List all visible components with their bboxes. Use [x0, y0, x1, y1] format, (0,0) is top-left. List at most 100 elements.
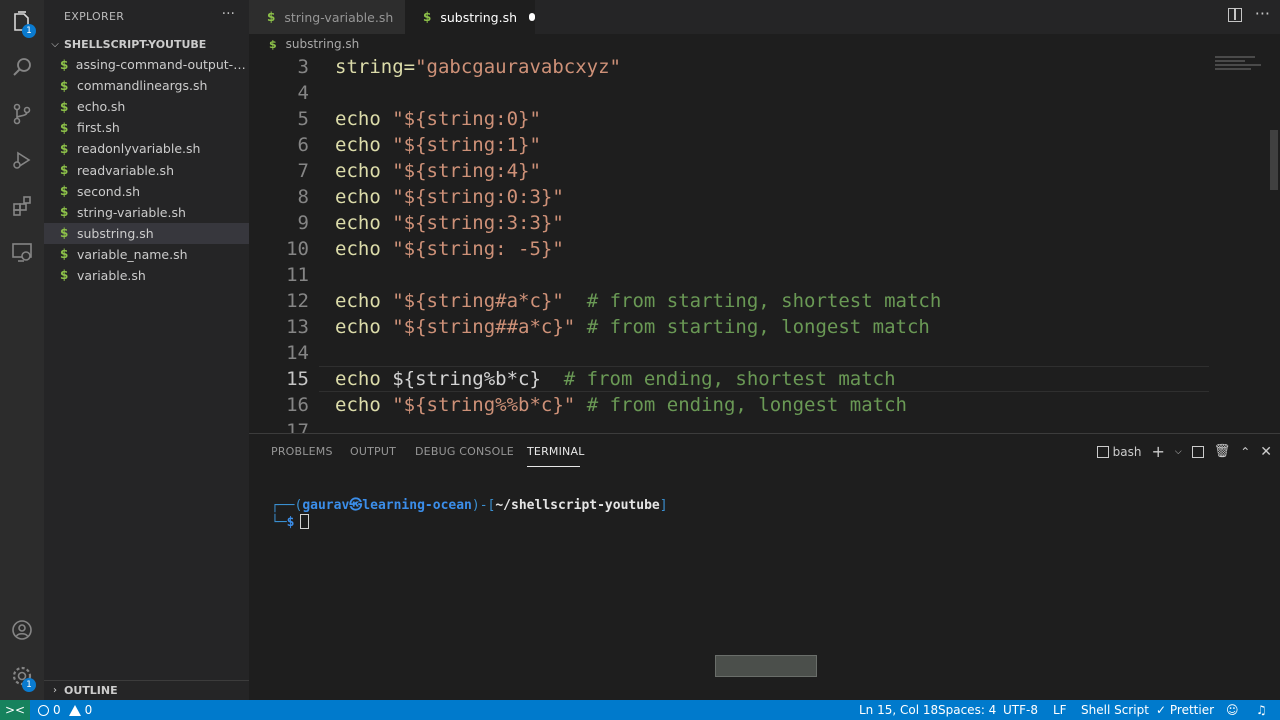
file-item[interactable]: $ first.sh	[44, 117, 249, 138]
file-item[interactable]: $ commandlineargs.sh	[44, 75, 249, 96]
feedback-icon[interactable]: ☺	[1226, 703, 1239, 717]
file-name: string-variable.sh	[77, 204, 186, 220]
file-item[interactable]: $ string-variable.sh	[44, 202, 249, 223]
remote-indicator-icon[interactable]: ><	[0, 700, 30, 720]
shell-file-icon: $	[60, 78, 69, 93]
code-line[interactable]: 15 echo ${string%b*c} # from ending, shor…	[249, 366, 1280, 392]
line-number: 5	[297, 108, 309, 130]
shell-file-icon: $	[60, 184, 69, 199]
new-terminal-icon[interactable]: +	[1151, 442, 1164, 461]
line-number: 15	[286, 368, 309, 390]
keyword-token: echo	[335, 394, 393, 416]
indentation[interactable]: Spaces: 4	[938, 703, 996, 717]
code-line[interactable]: 13 echo "${string##a*c}" # from starting,…	[249, 314, 1280, 340]
explorer-more-actions-icon[interactable]: ···	[222, 6, 235, 22]
file-item[interactable]: $ echo.sh	[44, 96, 249, 117]
comment-token: # from ending, shortest match	[563, 368, 896, 390]
code-line[interactable]: 8 echo "${string:0:3}"	[249, 184, 1280, 210]
code-editor[interactable]: 3 string="gabcgauravabcxyz" 4 5 echo "${stri…	[249, 54, 1280, 433]
split-editor-icon[interactable]	[1228, 8, 1242, 22]
status-bar: >< 0 0 Ln 15, Col 18 Spaces: 4 UTF-8 LF …	[0, 700, 1280, 720]
editor-area: $ string-variable.sh $ substring.sh ··· …	[249, 0, 1280, 433]
string-token: "${string#a*c}"	[392, 290, 564, 312]
floating-overlay-widget[interactable]	[715, 655, 817, 677]
split-terminal-icon[interactable]	[1191, 445, 1204, 458]
file-item[interactable]: $ substring.sh	[44, 222, 249, 244]
settings-gear-icon[interactable]: 1	[0, 654, 44, 698]
remote-explorer-icon[interactable]	[0, 230, 44, 274]
prettier-status[interactable]: ✓︎ Prettier	[1156, 703, 1214, 717]
keyword-token: echo	[335, 108, 393, 130]
code-line[interactable]: 5 echo "${string:0}"	[249, 106, 1280, 132]
language-mode[interactable]: Shell Script	[1081, 703, 1149, 717]
line-text: echo "${string:4}"	[335, 158, 541, 184]
file-item[interactable]: $ second.sh	[44, 181, 249, 202]
code-line[interactable]: 14	[249, 340, 1280, 366]
file-item[interactable]: $ assing-command-output-to-...	[44, 54, 249, 75]
shell-name: bash	[1112, 444, 1142, 459]
account-icon[interactable]	[0, 608, 44, 652]
file-item[interactable]: $ variable_name.sh	[44, 244, 249, 265]
file-item[interactable]: $ readvariable.sh	[44, 159, 249, 180]
unsaved-dot-icon[interactable]	[529, 13, 535, 21]
editor-scrollbar[interactable]	[1270, 130, 1278, 190]
explorer-icon[interactable]: 1	[0, 0, 44, 44]
code-line[interactable]: 16 echo "${string%%b*c}" # from ending, l…	[249, 392, 1280, 418]
chevron-down-icon[interactable]: ⌵	[1175, 447, 1182, 457]
file-item[interactable]: $ variable.sh	[44, 265, 249, 286]
tab-terminal[interactable]: TERMINAL	[527, 445, 585, 458]
code-line[interactable]: 12 echo "${string#a*c}" # from starting, …	[249, 288, 1280, 314]
tab-substring[interactable]: $ substring.sh	[405, 0, 535, 34]
string-token: "${string:4}"	[392, 160, 541, 182]
search-icon[interactable]	[0, 46, 44, 90]
tab-output[interactable]: OUTPUT	[350, 445, 396, 458]
code-line[interactable]: 6 echo "${string:1}"	[249, 132, 1280, 158]
code-line[interactable]: 7 echo "${string:4}"	[249, 158, 1280, 184]
line-text: echo "${string: -5}"	[335, 236, 564, 262]
notifications-bell-icon[interactable]: ♫	[1256, 703, 1267, 717]
breadcrumb[interactable]: $ substring.sh	[249, 34, 359, 54]
keyword-token: echo	[335, 134, 393, 156]
code-line[interactable]: 3 string="gabcgauravabcxyz"	[249, 54, 1280, 80]
trash-icon[interactable]: 🗑	[1214, 444, 1231, 459]
cursor-position[interactable]: Ln 15, Col 18	[859, 703, 938, 717]
tab-debug-console[interactable]: DEBUG CONSOLE	[415, 445, 514, 458]
chevron-right-icon: ›	[53, 685, 57, 696]
code-line[interactable]: 17	[249, 418, 1280, 433]
keyword-token: echo	[335, 290, 393, 312]
code-line[interactable]: 11	[249, 262, 1280, 288]
close-panel-icon[interactable]: ✕	[1260, 444, 1272, 460]
line-text: echo "${string:0:3}"	[335, 184, 564, 210]
string-token: "${string%%b*c}"	[392, 394, 576, 416]
end-of-line[interactable]: LF	[1053, 703, 1067, 717]
editor-more-actions-icon[interactable]: ···	[1255, 4, 1270, 23]
line-number: 9	[297, 212, 309, 234]
terminal-output[interactable]: ┌──(gaurav㉿learning-ocean)-[~/shellscrip…	[271, 498, 668, 531]
run-debug-icon[interactable]	[0, 138, 44, 182]
tab-string-variable[interactable]: $ string-variable.sh	[249, 0, 405, 34]
expansion-token	[575, 394, 586, 416]
file-item[interactable]: $ readonlyvariable.sh	[44, 138, 249, 159]
string-token: "${string:3:3}"	[392, 212, 564, 234]
code-line[interactable]: 4	[249, 80, 1280, 106]
maximize-panel-icon[interactable]: ⌃	[1240, 445, 1250, 459]
outline-section[interactable]: › OUTLINE	[44, 680, 249, 700]
problems-status[interactable]: 0 0	[38, 703, 92, 717]
tab-problems[interactable]: PROBLEMS	[271, 445, 333, 458]
terminal-shell-selector[interactable]: bash	[1096, 444, 1142, 459]
file-name: variable_name.sh	[77, 246, 188, 262]
minimap[interactable]	[1215, 56, 1267, 76]
activity-bar: 1 1	[0, 0, 44, 700]
line-number: 6	[297, 134, 309, 156]
comment-token: # from ending, longest match	[586, 394, 907, 416]
explorer-badge: 1	[22, 24, 36, 38]
code-line[interactable]: 10 echo "${string: -5}"	[249, 236, 1280, 262]
encoding[interactable]: UTF-8	[1003, 703, 1038, 717]
keyword-token: echo	[335, 238, 393, 260]
source-control-icon[interactable]	[0, 92, 44, 136]
expansion-token	[575, 316, 586, 338]
workspace-folder[interactable]: ⌵ SHELLSCRIPT-YOUTUBE	[44, 34, 249, 54]
code-line[interactable]: 9 echo "${string:3:3}"	[249, 210, 1280, 236]
extensions-icon[interactable]	[0, 184, 44, 228]
file-name: first.sh	[77, 120, 120, 136]
